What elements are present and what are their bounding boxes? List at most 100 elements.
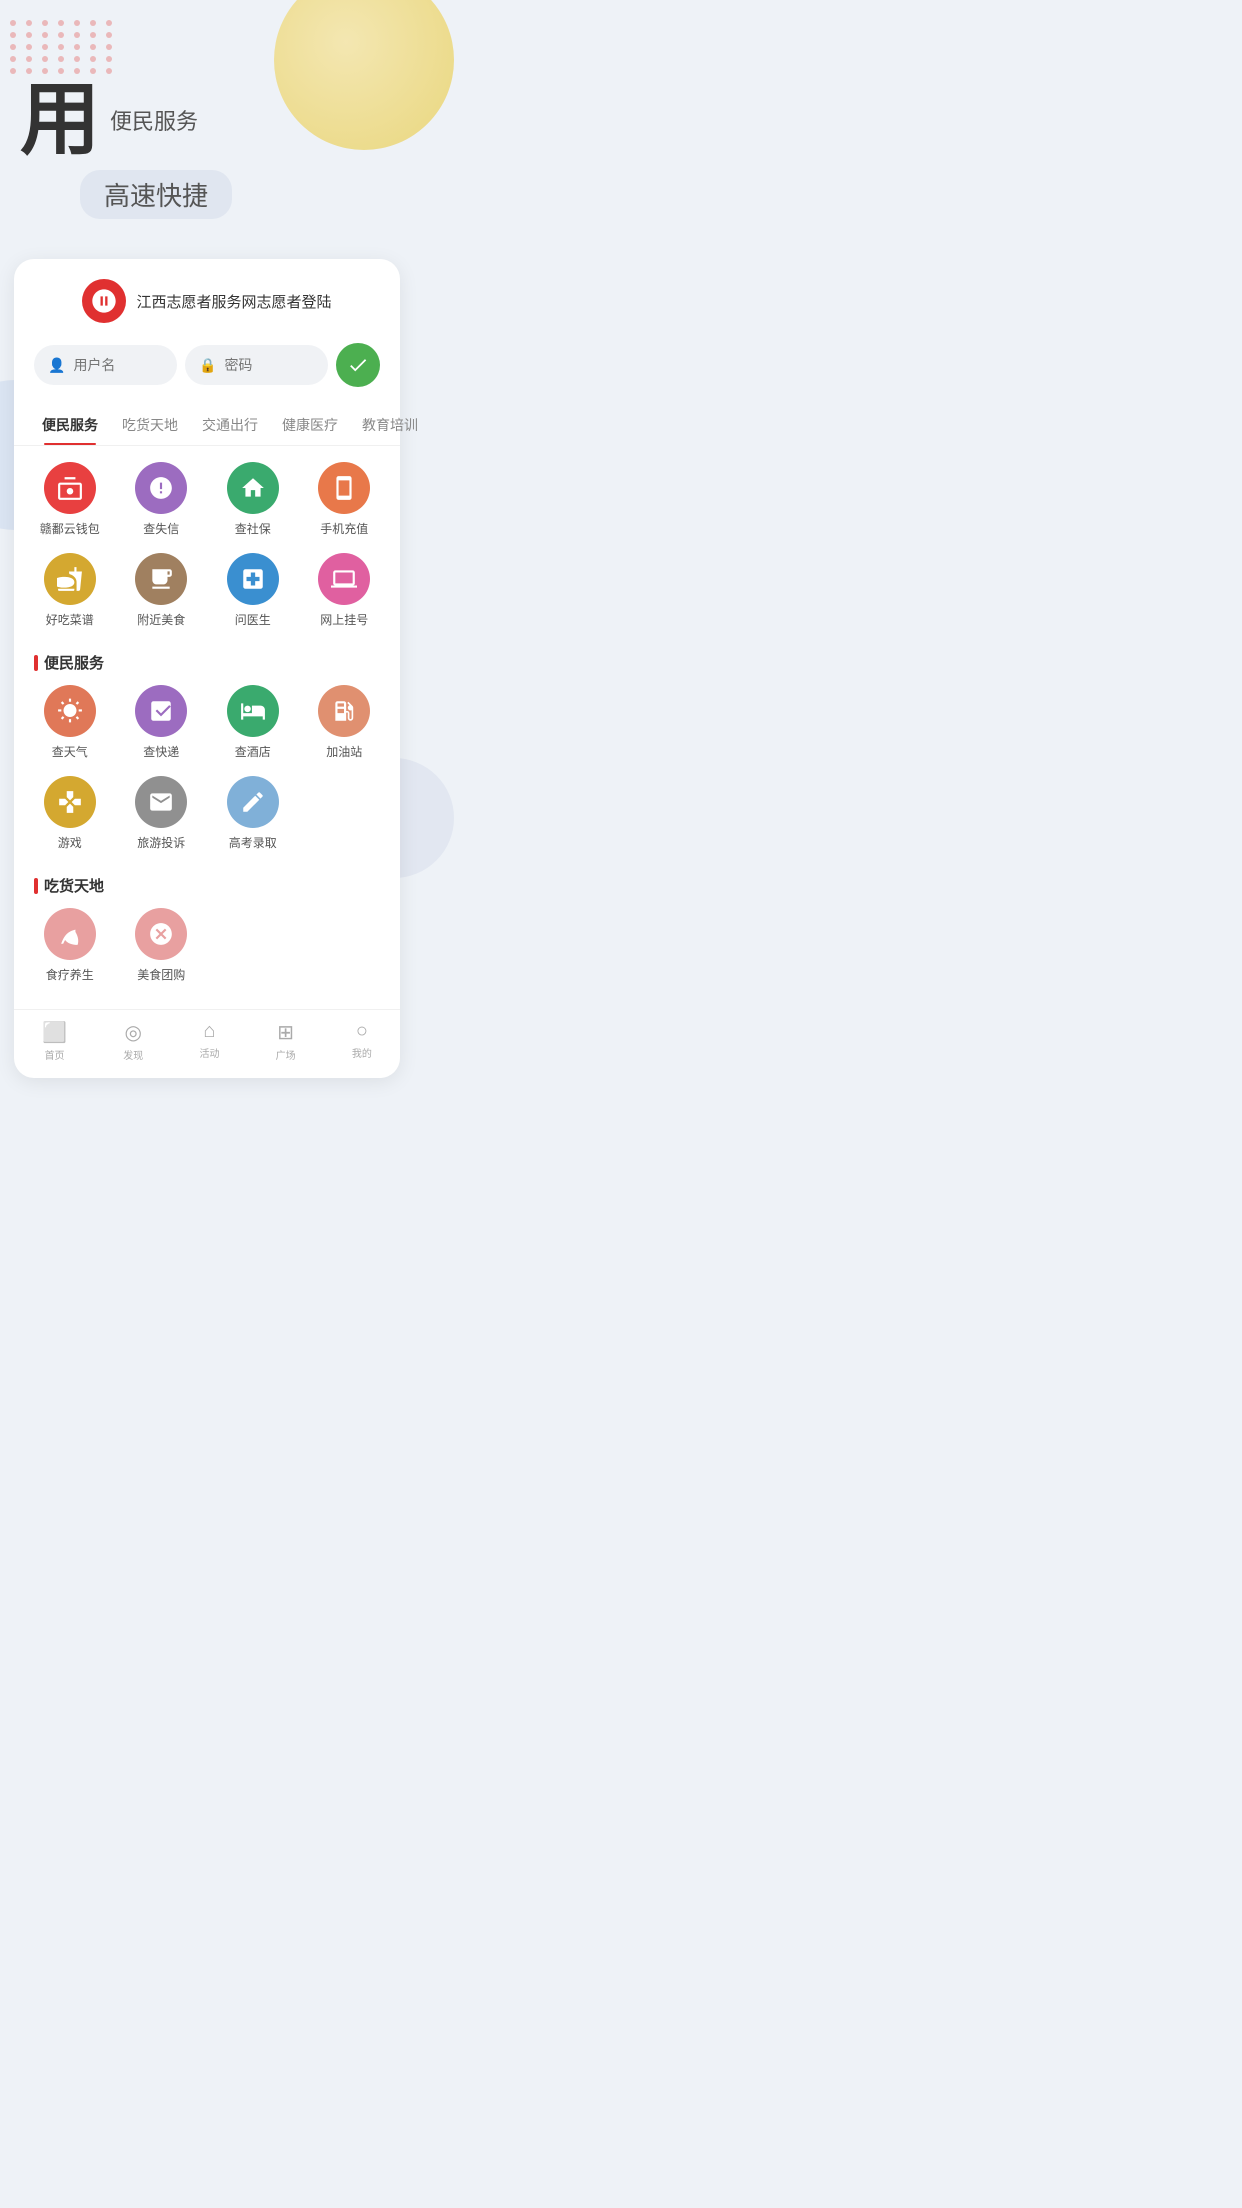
section2-bar bbox=[34, 878, 38, 894]
register-icon-bg bbox=[318, 553, 370, 605]
service-phonerecharge[interactable]: 手机充值 bbox=[299, 462, 391, 537]
game-icon-bg bbox=[44, 776, 96, 828]
hero-char: 用 bbox=[20, 80, 100, 160]
service-game[interactable]: 游戏 bbox=[24, 776, 116, 851]
section1-bar bbox=[34, 655, 38, 671]
service-label-groupbuy: 美食团购 bbox=[137, 966, 185, 983]
service-label-hotel: 查酒店 bbox=[235, 743, 271, 760]
tab-bar: 便民服务 吃货天地 交通出行 健康医疗 教育培训 bbox=[14, 405, 400, 446]
tab-education[interactable]: 教育培训 bbox=[350, 405, 430, 445]
service-label-recipe: 好吃菜谱 bbox=[46, 611, 94, 628]
section2-header: 吃货天地 bbox=[14, 867, 400, 908]
service-label-nearbyfood: 附近美食 bbox=[137, 611, 185, 628]
service-label-tourismcomplaint: 旅游投诉 bbox=[137, 834, 185, 851]
service-askdoctor[interactable]: 问医生 bbox=[207, 553, 299, 628]
healthfood-icon-bg bbox=[44, 908, 96, 960]
groupbuy-icon-bg bbox=[135, 908, 187, 960]
password-field-wrapper: 🔒 bbox=[185, 345, 328, 385]
nav-square[interactable]: ⊞ 广场 bbox=[276, 1020, 296, 1062]
service-label-wallet: 赣鄱云钱包 bbox=[40, 520, 100, 537]
service-grid-2: 食疗养生 美食团购 bbox=[14, 908, 400, 999]
nav-discover[interactable]: ◎ 发现 bbox=[123, 1020, 143, 1062]
user-icon: 👤 bbox=[48, 357, 65, 374]
username-input[interactable] bbox=[73, 357, 163, 373]
checkmark-icon bbox=[347, 354, 369, 376]
section2-title: 吃货天地 bbox=[44, 875, 104, 896]
phonerecharge-icon-bg bbox=[318, 462, 370, 514]
main-card: 江西志愿者服务网志愿者登陆 👤 🔒 便民服务 吃货天地 交通出行 健康医疗 教育… bbox=[14, 259, 400, 1078]
login-inputs: 👤 🔒 bbox=[14, 343, 400, 405]
nav-profile[interactable]: ○ 我的 bbox=[352, 1020, 372, 1062]
service-label-fuel: 加油站 bbox=[326, 743, 362, 760]
nearbyfood-icon-bg bbox=[135, 553, 187, 605]
nearbyfood-icon bbox=[148, 566, 174, 592]
service-healthfood[interactable]: 食疗养生 bbox=[24, 908, 116, 983]
service-label-phonerecharge: 手机充值 bbox=[320, 520, 368, 537]
password-input[interactable] bbox=[224, 357, 314, 373]
tab-convenience[interactable]: 便民服务 bbox=[30, 405, 110, 445]
fuel-icon bbox=[331, 698, 357, 724]
login-section: 江西志愿者服务网志愿者登陆 bbox=[14, 279, 400, 343]
service-grid-1: 查天气 查快递 查酒店 加油站 游戏 bbox=[14, 685, 400, 867]
healthfood-icon bbox=[57, 921, 83, 947]
game-icon bbox=[57, 789, 83, 815]
service-creditcheck[interactable]: 查失信 bbox=[116, 462, 208, 537]
username-field-wrapper: 👤 bbox=[34, 345, 177, 385]
hero-subtitle-inline: 便民服务 bbox=[110, 104, 198, 136]
nav-home[interactable]: ⬜ 首页 bbox=[42, 1020, 67, 1062]
wallet-icon-bg bbox=[44, 462, 96, 514]
creditcheck-icon bbox=[148, 475, 174, 501]
tab-food[interactable]: 吃货天地 bbox=[110, 405, 190, 445]
hotel-icon bbox=[240, 698, 266, 724]
tab-health[interactable]: 健康医疗 bbox=[270, 405, 350, 445]
nav-discover-label: 发现 bbox=[123, 1047, 143, 1062]
tab-transport[interactable]: 交通出行 bbox=[190, 405, 270, 445]
service-nearbyfood[interactable]: 附近美食 bbox=[116, 553, 208, 628]
weather-icon bbox=[57, 698, 83, 724]
service-gaokao[interactable]: 高考录取 bbox=[207, 776, 299, 851]
creditcheck-icon-bg bbox=[135, 462, 187, 514]
nav-activity[interactable]: ⌂ 活动 bbox=[199, 1020, 219, 1062]
service-fuel[interactable]: 加油站 bbox=[299, 685, 391, 760]
section1-header: 便民服务 bbox=[14, 644, 400, 685]
login-title: 江西志愿者服务网志愿者登陆 bbox=[136, 291, 331, 312]
socialsecurity-icon-bg bbox=[227, 462, 279, 514]
service-weather[interactable]: 查天气 bbox=[24, 685, 116, 760]
groupbuy-icon bbox=[148, 921, 174, 947]
service-recipe[interactable]: 好吃菜谱 bbox=[24, 553, 116, 628]
nav-home-label: 首页 bbox=[45, 1047, 65, 1062]
service-socialsecurity[interactable]: 查社保 bbox=[207, 462, 299, 537]
express-icon bbox=[148, 698, 174, 724]
nav-home-icon: ⬜ bbox=[42, 1020, 67, 1045]
section1-title: 便民服务 bbox=[44, 652, 104, 673]
service-tourismcomplaint[interactable]: 旅游投诉 bbox=[116, 776, 208, 851]
login-button[interactable] bbox=[336, 343, 380, 387]
tourismcomplaint-icon-bg bbox=[135, 776, 187, 828]
gaokao-icon-bg bbox=[227, 776, 279, 828]
register-icon bbox=[331, 566, 357, 592]
recipe-icon-bg bbox=[44, 553, 96, 605]
phonerecharge-icon bbox=[331, 475, 357, 501]
service-label-gaokao: 高考录取 bbox=[229, 834, 277, 851]
hotel-icon-bg bbox=[227, 685, 279, 737]
nav-profile-icon: ○ bbox=[356, 1020, 368, 1043]
service-register[interactable]: 网上挂号 bbox=[299, 553, 391, 628]
service-wallet[interactable]: 赣鄱云钱包 bbox=[24, 462, 116, 537]
service-hotel[interactable]: 查酒店 bbox=[207, 685, 299, 760]
service-label-express: 查快递 bbox=[143, 743, 179, 760]
service-label-healthfood: 食疗养生 bbox=[46, 966, 94, 983]
hero-section: 用 便民服务 高速快捷 bbox=[0, 0, 414, 249]
nav-square-icon: ⊞ bbox=[277, 1020, 294, 1045]
recipe-icon bbox=[57, 566, 83, 592]
service-express[interactable]: 查快递 bbox=[116, 685, 208, 760]
service-groupbuy[interactable]: 美食团购 bbox=[116, 908, 208, 983]
askdoctor-icon-bg bbox=[227, 553, 279, 605]
express-icon-bg bbox=[135, 685, 187, 737]
service-label-creditcheck: 查失信 bbox=[143, 520, 179, 537]
nav-discover-icon: ◎ bbox=[125, 1020, 142, 1045]
nav-square-label: 广场 bbox=[276, 1047, 296, 1062]
tourismcomplaint-icon bbox=[148, 789, 174, 815]
lock-icon: 🔒 bbox=[199, 357, 216, 374]
nav-activity-icon: ⌂ bbox=[203, 1020, 215, 1043]
gaokao-icon bbox=[240, 789, 266, 815]
